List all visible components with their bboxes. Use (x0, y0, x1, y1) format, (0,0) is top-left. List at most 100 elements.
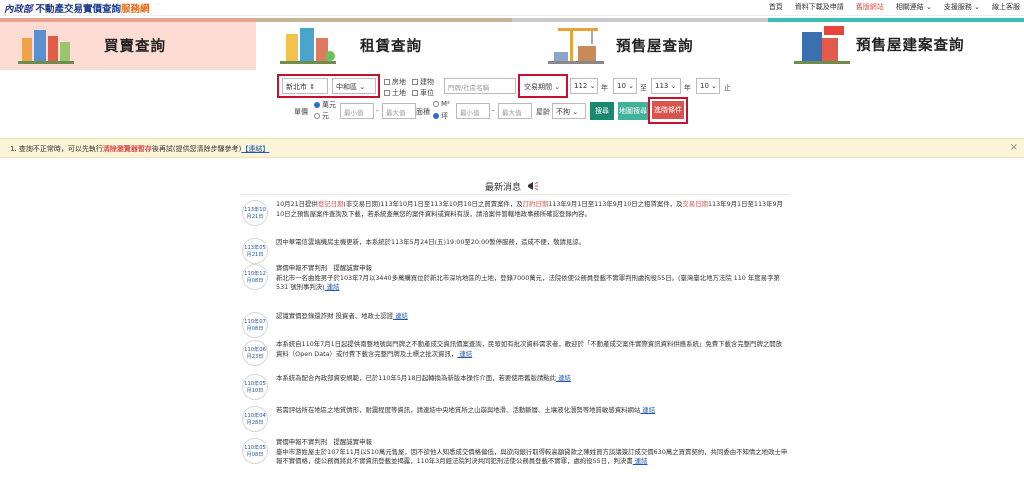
news-text-segment: 認識實價登錄還詐財 投資者、地政士認證 (276, 312, 394, 320)
news-date-line1: 110年05 (244, 445, 266, 451)
nav-home[interactable]: 首頁 (769, 2, 783, 12)
radio[interactable] (433, 101, 439, 107)
price-min-input[interactable]: 最小值 (340, 103, 374, 119)
buildings-icon (18, 30, 74, 64)
news-link[interactable]: 連結 (457, 350, 472, 358)
news-text: 10月21日提供登記日期(非交易日期)113年10月1日至113年10月10日之… (276, 200, 788, 219)
news-date-line1: 113年05 (244, 245, 266, 251)
crane-icon (548, 28, 604, 64)
tab-presale[interactable]: 預售屋查詢 (512, 18, 768, 70)
news-date-line2: 月08日 (246, 452, 264, 458)
news-text: 若需評估所在地區之地質情形，耐震程度等資訊，請連結中央地質所之山崩與地滑、活動斷… (276, 406, 788, 416)
news-item: 113年05 月21日 因中華電信雲端機房主機更新，本系統於113年5月24日(五)… (240, 238, 790, 264)
end-label: 止 (724, 84, 731, 92)
label: M² (441, 100, 450, 108)
news-text: 實價申報不實判刑 提醒誠實申報 臺中市游姓屋主於107年11月以510萬元售屋，因… (276, 438, 788, 467)
unit-wan-radio[interactable]: 萬元 (314, 100, 336, 110)
end-year-select[interactable]: 113 ⌄ (651, 78, 681, 94)
news-text-segment: 本系統為配合內政部資安規範，已於110年5月18日起轉換為新版本操作介面，若要使… (276, 374, 557, 382)
notice-warning: 清除瀏覽器暫存 (102, 145, 152, 153)
news-link[interactable]: 連結 (325, 283, 340, 291)
type-checkbox-building[interactable]: 建物 (412, 77, 434, 87)
top-bar: 內政部 不動產交易實價查詢 服務網 首頁 資料下載及申請 舊版網站 相關連結 ⌄… (0, 0, 1024, 16)
news-text: 本系統為配合內政部資安規範，已於110年5月18日起轉換為新版本操作介面，若要使… (276, 374, 788, 384)
news-date-badge: 110年04 月28日 (242, 406, 268, 432)
advanced-button[interactable]: 進階條件 (652, 101, 684, 119)
news-text-segment: 新北市一名曲姓男子於103年7月以3440多萬購買位於新北市深坑地區的土地，登錄… (276, 273, 780, 292)
nav-support[interactable]: 支援服務 ⌄ (944, 2, 980, 12)
unit-m2-radio[interactable]: M² (433, 100, 450, 108)
notice-link[interactable]: 【連結】 (241, 145, 269, 153)
news-text-segment: 若需評估所在地區之地質情形，耐震程度等資訊，請連結中央地質所之山崩與地滑、活動斷… (276, 406, 641, 414)
nav-online-service[interactable]: 線上客服 (992, 2, 1020, 12)
news-text-segment: 本系統自110年7月1日起提供南整地號與門牌之不動產成交資訊價案查詢，民眾如有批… (276, 340, 783, 358)
city-select[interactable]: 新北市 ⇕ (282, 78, 328, 94)
news-date-badge: 113年05 月21日 (242, 238, 268, 264)
news-text: 實價申報不實判刑 提醒誠實申報 新北市一名曲姓男子於103年7月以3440多萬購買… (276, 264, 788, 293)
notice-bar: 1. 查詢不正常時，可以先執行清除瀏覽器暫存後再試(提供您清除步驟參考)【連結】… (0, 138, 1024, 158)
nav-data-download[interactable]: 資料下載及申請 (795, 2, 844, 12)
range-dash: - (376, 107, 379, 115)
unit-ping-radio[interactable]: 坪 (433, 111, 448, 121)
query-tabs: 買賣查詢 租賃查詢 預售屋查詢 預售屋建案查詢 (0, 18, 1024, 70)
news-text: 認識實價登錄還詐財 投資者、地政士認證 連結 (276, 312, 788, 322)
tab-sale-label: 買賣查詢 (104, 39, 166, 55)
news-date-line1: 110年04 (244, 413, 266, 419)
news-link[interactable]: 連結 (640, 406, 655, 414)
divider (240, 194, 790, 195)
area-min-input[interactable]: 最小值 (456, 103, 490, 119)
news-link[interactable]: 連結 (633, 457, 648, 465)
news-date-line2: 月21日 (246, 214, 264, 220)
age-select[interactable]: 不拘 ⌄ (552, 103, 586, 119)
news-date-line2: 月08日 (246, 326, 264, 332)
news-text-segment: 因中華電信雲端機房主機更新，本系統於113年5月24日(五)19:00至20:0… (276, 238, 586, 246)
news-text-segment: (非交易日期)113年10月1日至113年10月10日之買賣案件，及 (343, 200, 523, 208)
address-input[interactable]: 門牌/社區名稱 (444, 78, 516, 94)
tab-presale-project[interactable]: 預售屋建案查詢 (768, 18, 1024, 70)
radio[interactable] (314, 102, 320, 108)
logo-mark: 內政部 (4, 4, 33, 15)
type-checkbox-parking[interactable]: 車位 (412, 88, 434, 98)
news-text-segment: 登記日期 (317, 200, 344, 208)
news-link[interactable]: 連結 (556, 374, 571, 382)
checkbox[interactable] (412, 79, 418, 85)
news-item: 113年10 月21日 10月21日提供登記日期(非交易日期)113年10月1日至1… (240, 200, 790, 230)
radio[interactable] (433, 113, 439, 119)
type-checkbox-house[interactable]: 房地 (384, 77, 406, 87)
range-dash: - (492, 107, 495, 115)
district-select[interactable]: 中和區 ⌄ (332, 78, 376, 94)
to-label: 至 (640, 84, 647, 92)
close-icon[interactable]: × (1010, 142, 1018, 153)
period-select[interactable]: 交易期間 ⌄ (524, 82, 560, 92)
tab-sale[interactable]: 買賣查詢 (0, 18, 256, 70)
area-max-input[interactable]: 最大值 (498, 103, 532, 119)
logo-title-accent: 服務網 (121, 4, 150, 15)
radio[interactable] (314, 113, 320, 119)
tab-strip (256, 18, 512, 22)
label: 坪 (441, 112, 448, 120)
area-label: 面積 (416, 108, 430, 116)
news-link[interactable]: 連結 (393, 312, 408, 320)
news-text-segment: 實價申報不實判刑 提醒誠實申報 (276, 264, 372, 272)
end-month-select[interactable]: 10 ⌄ (696, 78, 720, 94)
tab-rent[interactable]: 租賃查詢 (256, 18, 512, 70)
site-logo[interactable]: 內政部 不動產交易實價查詢 服務網 (4, 1, 150, 15)
type-checkbox-land[interactable]: 土地 (384, 88, 406, 98)
nav-related-links[interactable]: 相關連結 ⌄ (896, 2, 932, 12)
start-year-select[interactable]: 112 ⌄ (570, 78, 598, 94)
label: 車位 (420, 89, 434, 97)
checkbox[interactable] (384, 79, 390, 85)
label: 元 (322, 112, 329, 120)
news-heading: 最新消息 (0, 180, 1024, 193)
nav-old-site[interactable]: 舊版網站 (856, 2, 884, 12)
news-date-line2: 月08日 (246, 278, 264, 284)
price-max-input[interactable]: 最大值 (382, 103, 416, 119)
price-label: 單價 (294, 108, 308, 116)
checkbox[interactable] (384, 90, 390, 96)
unit-yuan-radio[interactable]: 元 (314, 111, 329, 121)
start-month-select[interactable]: 10 ⌄ (613, 78, 637, 94)
tab-strip (768, 18, 1024, 22)
map-search-button[interactable]: 地圖搜尋 (618, 102, 648, 120)
search-button[interactable]: 搜尋 (590, 102, 614, 120)
checkbox[interactable] (412, 90, 418, 96)
